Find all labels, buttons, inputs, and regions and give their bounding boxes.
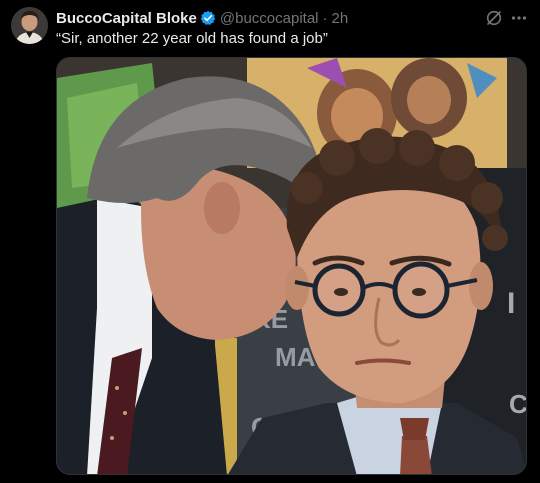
header-separator: ·	[322, 9, 328, 27]
board-text-2: MA	[275, 342, 316, 372]
timestamp[interactable]: 2h	[332, 10, 349, 27]
avatar-image	[11, 7, 48, 44]
grok-icon[interactable]	[485, 9, 503, 27]
board-edge-letter-2: C	[509, 389, 527, 419]
tweet-header: BuccoCapital Bloke @buccocapital · 2h	[56, 8, 348, 28]
user-handle[interactable]: @buccocapital	[220, 10, 319, 27]
avatar[interactable]	[11, 7, 48, 44]
more-options-icon[interactable]	[510, 9, 528, 27]
tweet-card[interactable]: BuccoCapital Bloke @buccocapital · 2h “S…	[0, 0, 540, 483]
tweet-media-image[interactable]: KE MA CO I C	[56, 57, 527, 475]
display-name[interactable]: BuccoCapital Bloke	[56, 10, 197, 27]
board-edge-letter: I	[507, 287, 515, 320]
meme-photo: KE MA CO I C	[57, 58, 527, 474]
tweet-text: “Sir, another 22 year old has found a jo…	[56, 30, 328, 47]
verified-badge-icon	[200, 10, 216, 26]
